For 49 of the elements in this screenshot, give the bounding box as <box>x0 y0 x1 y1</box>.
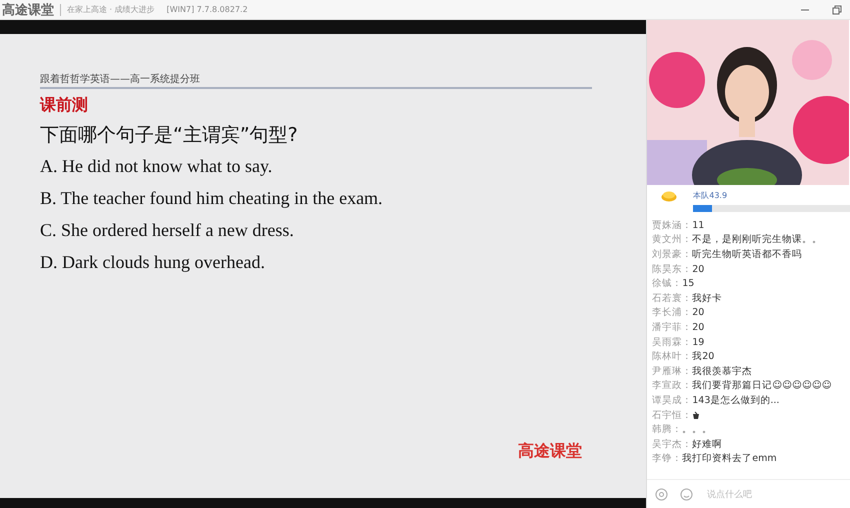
chat-message: 20 <box>692 307 704 318</box>
chat-message: 20 <box>692 264 704 275</box>
chat-message: 好难啊 <box>692 438 722 451</box>
chat-username: 贾姝涵： <box>652 218 692 232</box>
section-title: 课前测 <box>40 95 89 116</box>
answer-option: B. The teacher found him cheating in the exam. <box>40 188 606 209</box>
chat-message: 我好卡 <box>692 292 722 305</box>
chat-message: 15 <box>682 278 694 290</box>
chat-message: 20 <box>692 322 704 333</box>
course-title: 跟着哲哲学英语——高一系统提分班 <box>40 72 201 86</box>
chat-username: 谭昊成： <box>652 394 692 407</box>
team-score: 本队43.9 <box>693 190 728 201</box>
chat-message: 19 <box>692 336 704 348</box>
chat-username: 陈林叶： <box>652 350 692 364</box>
chat-username: 潘宇菲： <box>652 320 692 334</box>
question-text: 下面哪个句子是“主谓宾”句型? <box>40 123 299 148</box>
chat-username: 韩腾： <box>652 423 682 436</box>
chat-username: 李长浦： <box>652 306 692 320</box>
chat-message: 我20 <box>692 350 714 364</box>
chat-input[interactable]: 说点什么吧 <box>705 488 842 500</box>
restore-icon[interactable] <box>832 4 842 14</box>
cup-icon <box>692 410 702 420</box>
chat-username: 石宇恒： <box>652 408 692 422</box>
chat-username: 刘景豪： <box>652 248 692 261</box>
chat-username: 李铮： <box>652 452 682 466</box>
brand-logo: 高途课堂 <box>518 441 582 462</box>
chat-username: 吴雨霖： <box>652 336 692 349</box>
answer-option: A. He did not know what to say. <box>40 156 606 177</box>
chat-username: 石若寰： <box>652 292 692 305</box>
chat-username: 黄文州： <box>652 233 692 246</box>
chat-message: 我打印资料去了emm <box>682 452 777 466</box>
chat-message: 143是怎么做到的... <box>692 394 780 407</box>
chat-message: 11 <box>692 220 704 231</box>
chat-username: 李宣政： <box>652 379 692 392</box>
chat-message: 我很羡慕宇杰 <box>692 364 752 378</box>
chat-username: 尹雁琳： <box>652 364 692 378</box>
chat-username: 吴宇杰： <box>652 438 692 451</box>
answer-option: D. Dark clouds hung overhead. <box>40 252 606 273</box>
chat-username: 徐铖： <box>652 277 682 290</box>
chat-username: 陈昊东： <box>652 262 692 276</box>
version-label: [WIN7] 7.7.8.0827.2 <box>166 5 248 14</box>
app-logo: 高途课堂 <box>2 2 54 18</box>
chat-message: 不是，是刚刚听完生物课。。 <box>692 233 822 246</box>
chat-message: 我们要背那篇日记☺☺☺☺☺☺ <box>692 379 832 392</box>
answer-option: C. She ordered herself a new dress. <box>40 220 606 241</box>
chat-message: 。。。 <box>682 423 712 436</box>
slogan: 在家上高途 · 成绩大进步 <box>67 4 155 15</box>
coin-icon <box>661 190 678 202</box>
chat-message: 听完生物听英语都不香吗 <box>692 248 802 261</box>
